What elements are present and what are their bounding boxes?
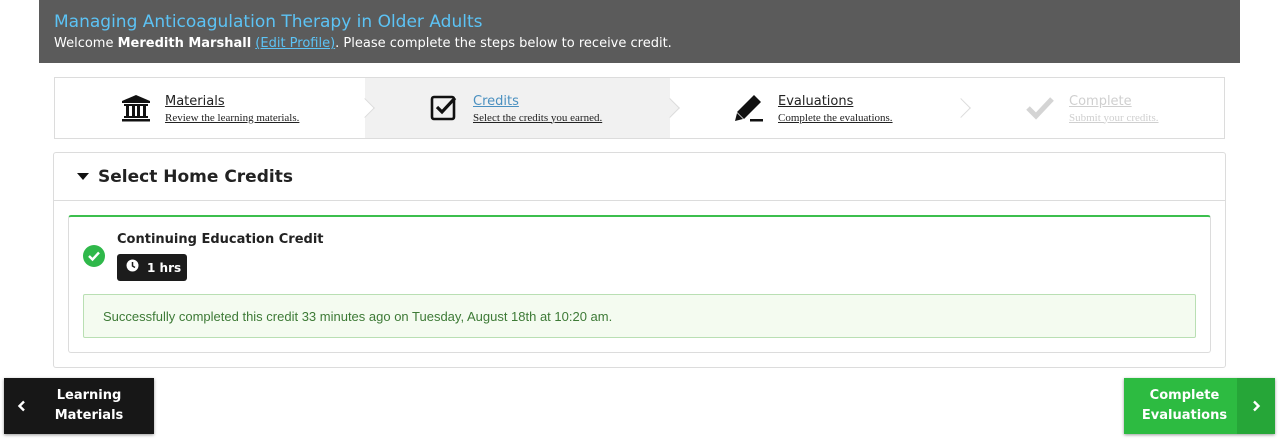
user-name: Meredith Marshall [117,36,252,51]
step-evaluations[interactable]: Evaluations Complete the evaluations. [670,78,971,138]
pencil-icon [734,93,764,123]
credit-name: Continuing Education Credit [117,232,324,247]
panel-header[interactable]: Select Home Credits [54,153,1225,201]
caret-down-icon[interactable] [77,173,89,180]
hours-value: 1 hrs [147,260,182,275]
step-subtitle: Review the learning materials. [165,111,300,124]
chevron-left-icon [4,378,40,434]
next-label-line1: Complete [1149,388,1220,403]
credits-panel: Select Home Credits Continuing Education… [53,152,1226,368]
checkbox-icon [429,93,459,123]
progress-steps: Materials Review the learning materials.… [54,77,1225,139]
step-subtitle: Select the credits you earned. [473,111,603,124]
next-button-label: Complete Evaluations [1124,386,1237,426]
step-complete: Complete Submit your credits. [961,78,1224,138]
welcome-prefix: Welcome [54,36,118,51]
clock-icon [126,259,139,277]
step-credits[interactable]: Credits Select the credits you earned. [365,78,680,138]
bank-icon [121,93,151,123]
step-subtitle: Complete the evaluations. [778,111,893,124]
chevron-right-icon [1237,378,1275,434]
welcome-message: Welcome Meredith Marshall (Edit Profile)… [54,35,1225,53]
credit-card: Continuing Education Credit 1 hrs Succes… [68,215,1211,353]
welcome-suffix: . Please complete the steps below to rec… [335,36,672,51]
checkmark-icon [1025,93,1055,123]
prev-label-line1: Learning [56,388,122,403]
prev-label-line2: Materials [54,408,124,423]
step-title[interactable]: Materials [165,93,299,110]
check-circle-icon [83,245,105,267]
learning-materials-button[interactable]: Learning Materials [4,378,154,434]
panel-title: Select Home Credits [98,166,293,187]
course-header: Managing Anticoagulation Therapy in Olde… [39,0,1240,63]
step-title: Complete [1069,93,1132,109]
step-title[interactable]: Evaluations [778,93,893,110]
edit-profile-link[interactable]: (Edit Profile) [255,36,335,51]
step-title[interactable]: Credits [473,93,602,110]
prev-button-label: Learning Materials [40,386,154,426]
step-materials[interactable]: Materials Review the learning materials. [55,78,375,138]
course-title: Managing Anticoagulation Therapy in Olde… [54,12,483,32]
next-label-line2: Evaluations [1141,408,1228,423]
step-subtitle: Submit your credits. [1069,111,1159,124]
success-alert: Successfully completed this credit 33 mi… [83,294,1196,338]
complete-evaluations-button[interactable]: Complete Evaluations [1124,378,1275,434]
hours-badge: 1 hrs [117,254,187,281]
